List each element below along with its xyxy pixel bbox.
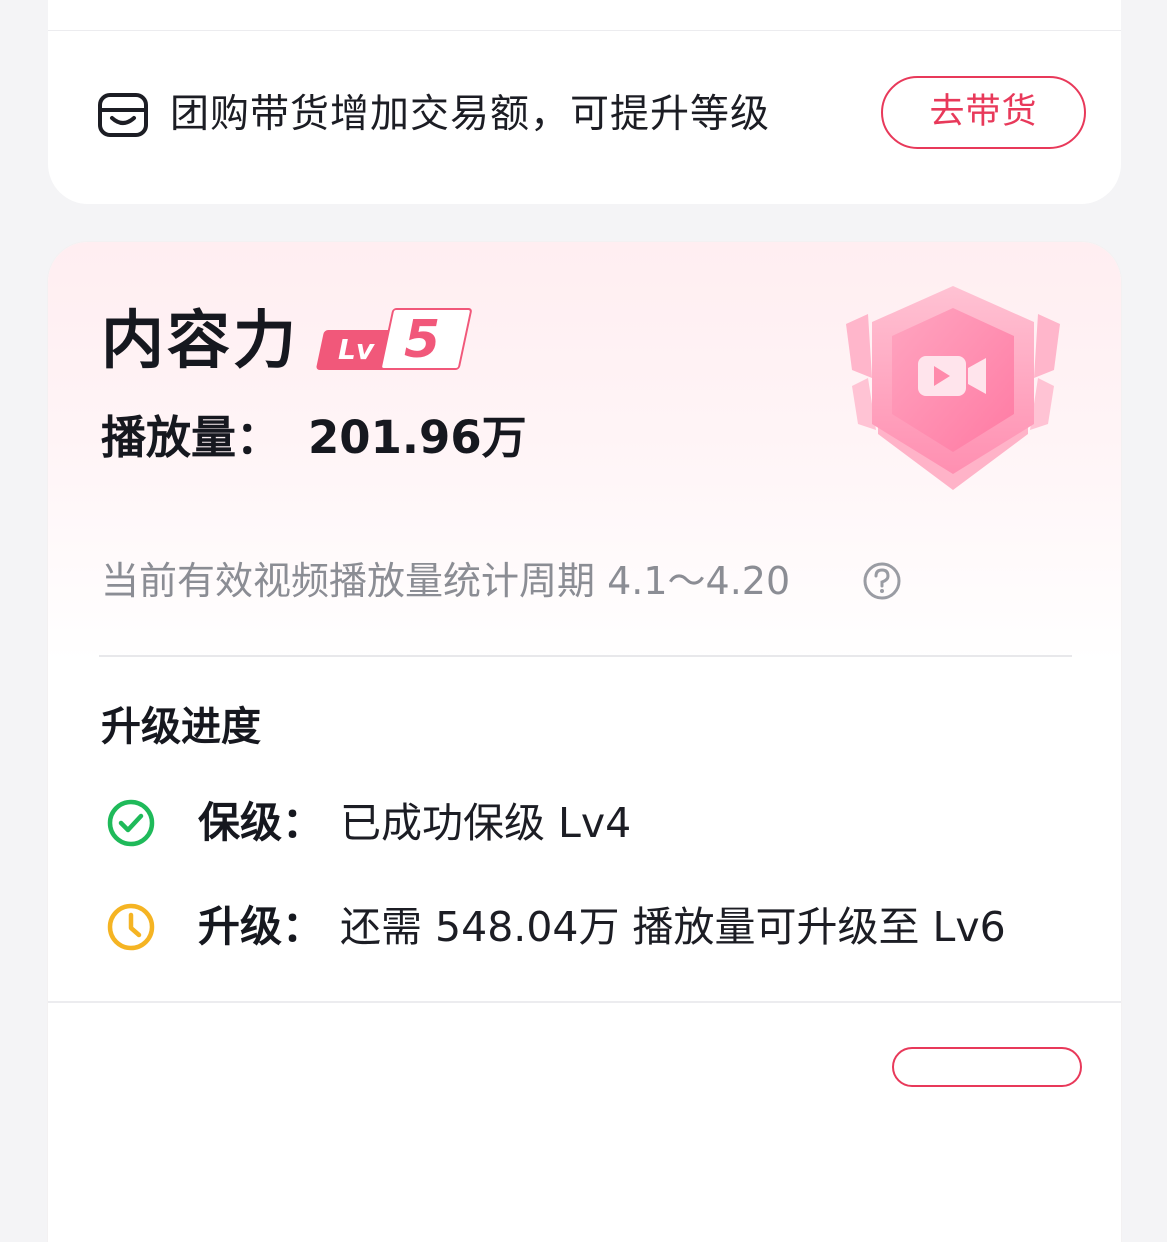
page-title: 内容力	[101, 304, 299, 377]
play-count-value: 201.96万	[308, 411, 527, 464]
commerce-tip-text: 团购带货增加交易额，可提升等级	[170, 92, 771, 137]
level-badge: Lv 5	[315, 308, 473, 370]
video-medal-icon	[846, 286, 1060, 490]
keep-level-value: 已成功保级 Lv4	[340, 799, 632, 847]
help-icon[interactable]	[862, 561, 902, 601]
upgrade-value: 还需 548.04万 播放量可升级至 Lv6	[340, 903, 1006, 951]
upgrade-label: 升级：	[198, 902, 325, 951]
card-divider	[48, 30, 1121, 31]
clock-icon	[107, 903, 155, 951]
check-circle-icon	[107, 799, 155, 847]
go-sell-button[interactable]: 去带货	[881, 76, 1086, 149]
play-count-label: 播放量：	[101, 411, 282, 464]
shopping-basket-icon	[98, 93, 148, 137]
keep-level-label: 保级：	[198, 798, 325, 847]
section-divider	[99, 655, 1072, 657]
next-card-button-partial[interactable]	[892, 1047, 1082, 1087]
card-bottom-divider	[48, 1001, 1121, 1003]
level-prefix: Lv	[338, 333, 375, 366]
level-number: 5	[404, 310, 441, 370]
stat-period-text: 当前有效视频播放量统计周期 4.1～4.20	[101, 559, 791, 603]
upgrade-progress-title: 升级进度	[101, 704, 261, 750]
